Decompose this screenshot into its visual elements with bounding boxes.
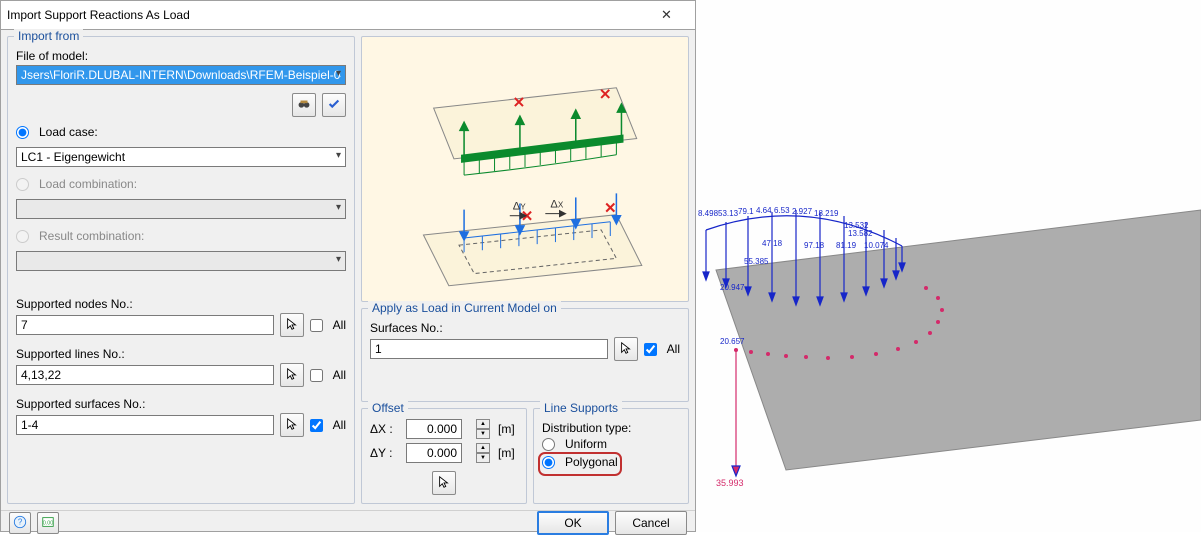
cursor-icon <box>285 367 299 384</box>
cursor-icon <box>285 417 299 434</box>
sup-surfaces-label: Supported surfaces No.: <box>16 397 346 411</box>
svg-text:97.18: 97.18 <box>804 241 825 250</box>
button-bar: ? 0.00 OK Cancel <box>1 510 695 535</box>
svg-text:53.13: 53.13 <box>718 209 739 218</box>
browse-button[interactable] <box>292 93 316 117</box>
uniform-label: Uniform <box>565 437 607 451</box>
offset-legend: Offset <box>368 401 408 415</box>
svg-text:20.657: 20.657 <box>720 337 745 346</box>
pick-apply-surfaces-button[interactable] <box>614 337 638 361</box>
svg-text:55.385: 55.385 <box>744 257 769 266</box>
svg-text:47.18: 47.18 <box>762 239 783 248</box>
binoculars-icon <box>297 97 311 114</box>
svg-text:ΔX: ΔX <box>550 199 563 211</box>
load-case-radio[interactable] <box>16 126 29 139</box>
units-button[interactable]: 0.00 <box>37 512 59 534</box>
dy-spin-up[interactable]: ▲ <box>476 443 490 453</box>
file-label: File of model: <box>16 49 346 63</box>
apply-surfaces-all-check[interactable] <box>644 343 657 356</box>
svg-text:35.993: 35.993 <box>716 478 744 488</box>
svg-text:0.00: 0.00 <box>43 520 53 526</box>
svg-text:18.219: 18.219 <box>814 209 839 218</box>
cancel-button[interactable]: Cancel <box>615 511 687 535</box>
apply-button[interactable] <box>322 93 346 117</box>
cursor-icon <box>619 341 633 358</box>
model-viewport[interactable]: 8.49853.13 79.14.64 6.532.927 18.219 13.… <box>696 0 1201 532</box>
svg-text:4.64: 4.64 <box>756 206 772 215</box>
title: Import Support Reactions As Load <box>7 8 644 22</box>
help-button[interactable]: ? <box>9 512 31 534</box>
svg-text:?: ? <box>18 517 23 526</box>
polygonal-radio[interactable] <box>542 456 555 469</box>
sup-surfaces-all-label: All <box>333 418 346 432</box>
sup-surfaces-input[interactable] <box>16 415 274 435</box>
svg-text:ΔY: ΔY <box>513 201 526 213</box>
dx-spin-up[interactable]: ▲ <box>476 419 490 429</box>
polygonal-label: Polygonal <box>565 455 618 469</box>
pick-surfaces-button[interactable] <box>280 413 304 437</box>
apply-surfaces-all-label: All <box>667 342 680 356</box>
result-comb-select <box>16 251 346 271</box>
close-icon: ✕ <box>661 7 672 23</box>
illustration: ΔY ΔX <box>361 36 689 302</box>
sup-surfaces-all-check[interactable] <box>310 419 323 432</box>
units-icon: 0.00 <box>41 515 55 532</box>
pick-nodes-button[interactable] <box>280 313 304 337</box>
import-from-legend: Import from <box>14 29 83 43</box>
ok-button[interactable]: OK <box>537 511 609 535</box>
dist-type-label: Distribution type: <box>542 421 680 435</box>
viewport-canvas: 8.49853.13 79.14.64 6.532.927 18.219 13.… <box>696 0 1201 532</box>
svg-text:81.19: 81.19 <box>836 241 857 250</box>
load-case-label: Load case: <box>39 125 98 139</box>
svg-text:20.947: 20.947 <box>720 283 745 292</box>
load-comb-label: Load combination: <box>39 177 137 191</box>
dy-label: ΔY : <box>370 446 400 460</box>
result-comb-radio <box>16 230 29 243</box>
close-button[interactable]: ✕ <box>644 1 689 29</box>
dx-input[interactable] <box>406 419 462 439</box>
dx-label: ΔX : <box>370 422 400 436</box>
sup-lines-all-label: All <box>333 368 346 382</box>
dx-unit: [m] <box>498 422 518 436</box>
dy-unit: [m] <box>498 446 518 460</box>
dx-spin-down[interactable]: ▼ <box>476 429 490 439</box>
sup-nodes-all-label: All <box>333 318 346 332</box>
pick-offset-button[interactable] <box>432 471 456 495</box>
result-comb-label: Result combination: <box>39 229 144 243</box>
help-icon: ? <box>13 515 27 532</box>
svg-text:79.1: 79.1 <box>738 207 754 216</box>
apply-legend: Apply as Load in Current Model on <box>368 301 561 315</box>
svg-text:8.498: 8.498 <box>698 209 719 218</box>
line-supports-legend: Line Supports <box>540 401 622 415</box>
svg-text:6.53: 6.53 <box>774 206 790 215</box>
dy-input[interactable] <box>406 443 462 463</box>
svg-text:2.927: 2.927 <box>792 207 813 216</box>
sup-lines-label: Supported lines No.: <box>16 347 346 361</box>
sup-lines-all-check[interactable] <box>310 369 323 382</box>
pick-lines-button[interactable] <box>280 363 304 387</box>
dy-spin-down[interactable]: ▼ <box>476 453 490 463</box>
apply-surfaces-label: Surfaces No.: <box>370 321 680 335</box>
sup-nodes-all-check[interactable] <box>310 319 323 332</box>
uniform-radio[interactable] <box>542 438 555 451</box>
load-comb-select <box>16 199 346 219</box>
sup-nodes-label: Supported nodes No.: <box>16 297 346 311</box>
file-path-input[interactable] <box>16 65 346 85</box>
import-dialog: Import Support Reactions As Load ✕ Impor… <box>0 0 696 532</box>
sup-lines-input[interactable] <box>16 365 274 385</box>
svg-text:10.074: 10.074 <box>864 241 889 250</box>
svg-text:13.582: 13.582 <box>848 229 873 238</box>
cursor-icon <box>285 317 299 334</box>
load-case-select[interactable] <box>16 147 346 167</box>
load-comb-radio <box>16 178 29 191</box>
titlebar[interactable]: Import Support Reactions As Load ✕ <box>1 1 695 30</box>
sup-nodes-input[interactable] <box>16 315 274 335</box>
apply-surfaces-input[interactable] <box>370 339 608 359</box>
cursor-icon <box>437 475 451 492</box>
check-icon <box>327 97 341 114</box>
